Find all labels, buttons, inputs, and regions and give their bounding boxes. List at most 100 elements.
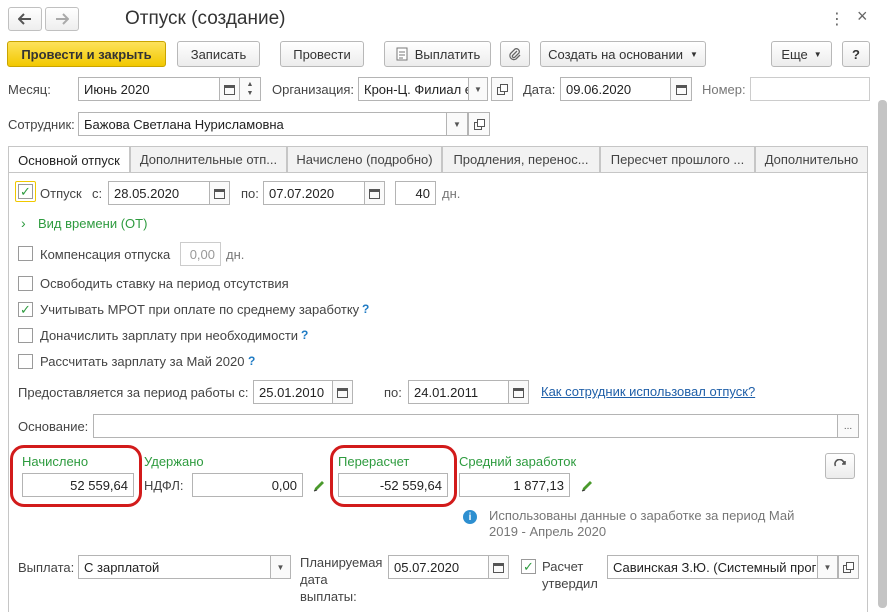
basis-select-button[interactable]: ... <box>837 414 859 438</box>
month-field[interactable]: Июнь 2020 <box>78 77 220 101</box>
planned-date-field[interactable]: 05.07.2020 <box>388 555 489 579</box>
date-field[interactable]: 09.06.2020 <box>560 77 671 101</box>
vacation-from-label: с: <box>92 186 103 201</box>
spin-up-icon: ▲ <box>246 81 254 88</box>
organization-dropdown-button[interactable]: ▼ <box>468 77 488 101</box>
organization-open-button[interactable] <box>491 77 513 101</box>
date-calendar-button[interactable] <box>670 77 692 101</box>
release-rate-checkbox[interactable] <box>18 276 33 291</box>
period-from-calendar-button[interactable] <box>332 380 353 404</box>
arrow-left-icon <box>18 13 31 25</box>
pay-button[interactable]: Выплатить <box>384 41 491 67</box>
vacation-from-field[interactable]: 28.05.2020 <box>108 181 210 205</box>
vacation-from-calendar-button[interactable] <box>209 181 230 205</box>
vacation-days-field[interactable]: 40 <box>395 181 436 205</box>
approved-checkbox[interactable]: ✓ <box>521 559 536 574</box>
more-vertical-icon[interactable]: ⋮ <box>829 9 845 29</box>
accrued-highlight <box>10 445 142 507</box>
ndfl-field[interactable]: 0,00 <box>192 473 303 497</box>
mrot-help-icon[interactable]: ? <box>362 302 369 316</box>
vacation-to-calendar-button[interactable] <box>364 181 385 205</box>
approved-by-open-button[interactable] <box>838 555 859 579</box>
vertical-scrollbar[interactable] <box>878 100 887 608</box>
vacation-usage-link[interactable]: Как сотрудник использовал отпуск? <box>541 384 755 399</box>
additional-salary-checkbox[interactable] <box>18 328 33 343</box>
calendar-icon <box>337 387 348 398</box>
tab-main-vacation[interactable]: Основной отпуск <box>8 146 130 173</box>
attach-button[interactable] <box>500 41 530 67</box>
dropdown-arrow-icon: ▼ <box>276 562 285 572</box>
employee-field[interactable]: Бажова Светлана Нурисламовна <box>78 112 447 136</box>
dropdown-arrow-icon: ▼ <box>823 562 832 572</box>
save-button[interactable]: Записать <box>177 41 260 67</box>
calc-may-checkbox[interactable] <box>18 354 33 369</box>
period-from-field[interactable]: 25.01.2010 <box>253 380 333 404</box>
period-to-calendar-button[interactable] <box>508 380 529 404</box>
refresh-button[interactable] <box>825 453 855 479</box>
period-to-field[interactable]: 24.01.2011 <box>408 380 509 404</box>
dropdown-arrow-icon: ▼ <box>453 119 461 129</box>
planned-date-label-2: дата <box>300 572 328 587</box>
calendar-button[interactable] <box>219 77 240 101</box>
number-field[interactable] <box>750 77 870 101</box>
vacation-to-field[interactable]: 07.07.2020 <box>263 181 365 205</box>
payment-dropdown-button[interactable]: ▼ <box>270 555 291 579</box>
employee-dropdown-button[interactable]: ▼ <box>446 112 468 136</box>
close-icon[interactable]: × <box>857 6 868 27</box>
paperclip-icon <box>509 48 521 61</box>
basis-field[interactable] <box>93 414 838 438</box>
employee-label: Сотрудник: <box>8 117 75 132</box>
time-type-chevron-icon[interactable]: › <box>21 215 26 231</box>
info-text-line-1: Использованы данные о заработке за перио… <box>489 508 795 523</box>
number-label: Номер: <box>702 82 746 97</box>
document-icon <box>396 47 408 61</box>
employee-open-button[interactable] <box>468 112 490 136</box>
more-button[interactable]: Еще ▼ <box>771 41 832 67</box>
tab-additional[interactable]: Дополнительно <box>755 146 868 172</box>
help-button[interactable]: ? <box>842 41 870 67</box>
basis-label: Основание: <box>18 419 89 434</box>
pay-label: Выплатить <box>414 46 481 62</box>
mrot-checkbox[interactable]: ✓ <box>18 302 33 317</box>
vacation-checkbox[interactable]: ✓ <box>18 184 33 199</box>
refresh-icon <box>834 459 846 467</box>
vacation-to-label: по: <box>241 186 259 201</box>
ndfl-edit-pencil-icon[interactable] <box>312 479 326 493</box>
vacation-days-unit: дн. <box>442 186 461 201</box>
back-button[interactable] <box>8 7 42 31</box>
calendar-icon <box>224 84 235 95</box>
compensation-checkbox[interactable] <box>18 246 33 261</box>
month-spin-button[interactable]: ▲ ▼ <box>239 77 261 101</box>
compensation-days-unit: дн. <box>226 247 245 262</box>
planned-date-calendar-button[interactable] <box>488 555 509 579</box>
compensation-label: Компенсация отпуска <box>40 247 171 262</box>
calc-may-help-icon[interactable]: ? <box>248 354 255 368</box>
tab-recalculation[interactable]: Пересчет прошлого ... <box>600 146 755 172</box>
dropdown-arrow-icon: ▼ <box>813 49 822 59</box>
tab-accrued-detailed[interactable]: Начислено (подробно) <box>287 146 442 172</box>
arrow-right-icon <box>56 13 69 25</box>
create-based-on-button[interactable]: Создать на основании ▼ <box>540 41 706 67</box>
tab-additional-vacations[interactable]: Дополнительные отп... <box>130 146 287 172</box>
additional-salary-help-icon[interactable]: ? <box>301 328 308 342</box>
approved-by-dropdown-button[interactable]: ▼ <box>817 555 838 579</box>
approved-by-field[interactable]: Савинская З.Ю. (Системный прогр <box>607 555 818 579</box>
forward-button[interactable] <box>45 7 79 31</box>
withheld-label: Удержано <box>144 454 204 469</box>
time-type-link[interactable]: Вид времени (ОТ) <box>38 216 147 231</box>
page-title: Отпуск (создание) <box>125 8 286 29</box>
calendar-icon <box>513 387 524 398</box>
calendar-icon <box>214 188 225 199</box>
month-label: Месяц: <box>8 82 51 97</box>
additional-salary-label: Доначислить зарплату при необходимости <box>40 328 299 343</box>
tab-extensions[interactable]: Продления, перенос... <box>442 146 600 172</box>
average-earnings-edit-pencil-icon[interactable] <box>580 479 594 493</box>
date-label: Дата: <box>523 82 556 97</box>
payment-field[interactable]: С зарплатой <box>78 555 271 579</box>
post-and-close-button[interactable]: Провести и закрыть <box>7 41 166 67</box>
compensation-days-field[interactable]: 0,00 <box>180 242 221 266</box>
post-button[interactable]: Провести <box>280 41 364 67</box>
organization-field[interactable]: Крон-Ц. Филиал е <box>358 77 469 101</box>
average-earnings-field[interactable]: 1 877,13 <box>459 473 570 497</box>
open-form-icon <box>843 561 854 573</box>
